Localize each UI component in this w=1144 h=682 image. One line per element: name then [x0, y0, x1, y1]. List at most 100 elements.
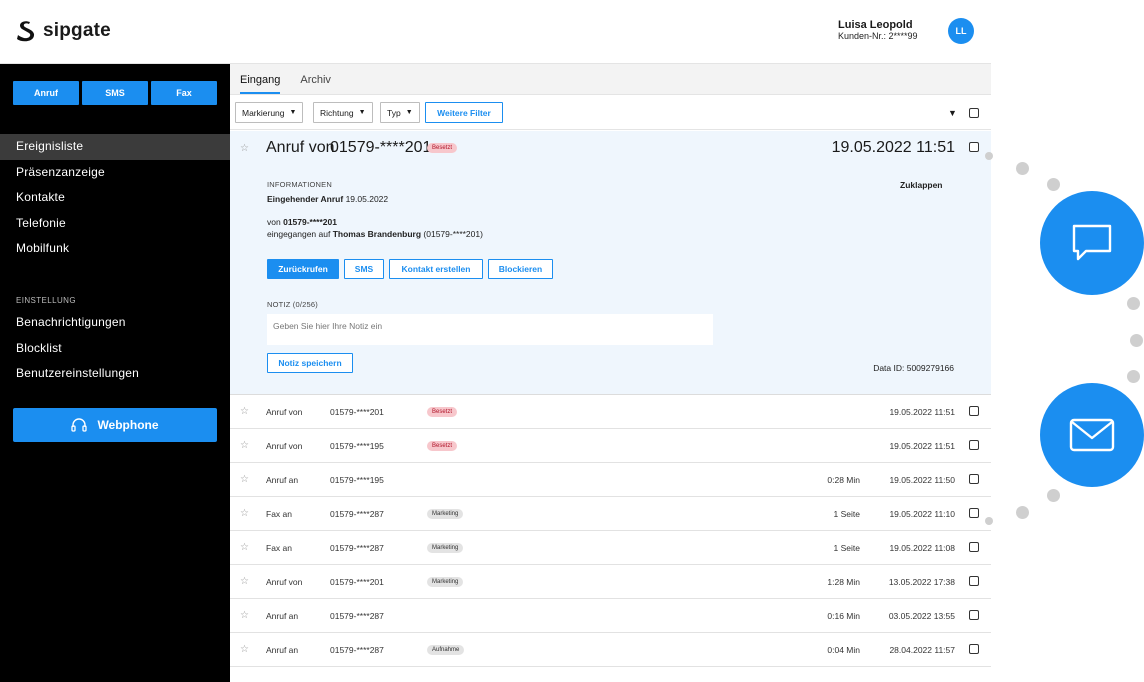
list-item[interactable]: ☆ Anruf von 01579-****201 Marketing 1:28 Min… — [230, 565, 991, 599]
decor-dot — [1047, 489, 1060, 502]
sidebar-item-kontakte[interactable]: Kontakte — [0, 185, 230, 211]
event-date: 03.05.2022 13:55 — [888, 610, 955, 621]
brand-name: sipgate — [43, 20, 111, 41]
event-type: Anruf von — [266, 139, 335, 156]
star-icon[interactable]: ☆ — [240, 131, 249, 165]
decor-dot — [1047, 178, 1060, 191]
received-prefix: eingegangen auf — [267, 229, 331, 239]
row-checkbox[interactable] — [969, 440, 979, 450]
list-item[interactable]: ☆ Anruf an 01579-****287 Aufnahme 0:04 Min 28… — [230, 633, 991, 667]
star-icon[interactable]: ☆ — [240, 633, 249, 666]
from-number: 01579-****201 — [283, 217, 337, 227]
headset-icon — [71, 418, 88, 432]
richtung-filter[interactable]: Richtung ▼ — [313, 102, 373, 123]
row-checkbox[interactable] — [969, 474, 979, 484]
webphone-button[interactable]: Webphone — [13, 408, 217, 442]
from-prefix: von — [267, 217, 281, 227]
typ-filter[interactable]: Typ ▼ — [380, 102, 420, 123]
badge-text: Aufnahme — [427, 644, 465, 655]
star-icon[interactable]: ☆ — [240, 599, 249, 632]
quick-actions: Anruf SMS Fax — [13, 81, 217, 105]
main-nav: Ereignisliste Präsenzanzeige Kontakte Te… — [0, 134, 230, 262]
select-all-checkbox[interactable] — [969, 108, 979, 118]
list-item[interactable]: ☆ Fax an 01579-****287 Marketing 1 Seite 19.0… — [230, 497, 991, 531]
fax-button[interactable]: Fax — [151, 81, 217, 105]
avatar[interactable]: LL — [948, 18, 974, 44]
collapse-link[interactable]: Zuklappen — [900, 180, 943, 190]
row-checkbox[interactable] — [969, 576, 979, 586]
event-type: Anruf an — [266, 610, 299, 621]
status-badge: Besetzt — [427, 131, 458, 165]
badge-text: Besetzt — [427, 406, 458, 417]
sidebar-item-ereignisliste[interactable]: Ereignisliste — [0, 134, 230, 160]
event-number: 01579-****201 — [330, 576, 384, 587]
list-item[interactable]: ☆ Anruf von 01579-****195 Besetzt 19.05.2022… — [230, 429, 991, 463]
list-item[interactable]: ☆ Anruf von 01579-****201 Besetzt 19.05.2022… — [230, 395, 991, 429]
status-badge: Besetzt — [427, 429, 458, 462]
event-type: Fax an — [266, 508, 292, 519]
row-checkbox[interactable] — [969, 644, 979, 654]
tab-bar: Eingang Archiv — [230, 64, 991, 95]
list-item[interactable]: ☆ Anruf an 01579-****287 0:16 Min 03.05.2022… — [230, 599, 991, 633]
settings-nav: Benachrichtigungen Blocklist Benutzerein… — [0, 310, 230, 387]
list-item[interactable]: ☆ Anruf an 01579-****195 0:28 Min 19.05.2022… — [230, 463, 991, 497]
tab-archiv[interactable]: Archiv — [300, 74, 331, 94]
markierung-filter[interactable]: Markierung ▼ — [235, 102, 304, 123]
mail-circle — [1040, 383, 1144, 487]
list-item[interactable]: ☆ Fax an 01579-****287 Marketing 1 Seite 19.0… — [230, 531, 991, 565]
caret-down-icon: ▼ — [289, 109, 297, 116]
received-info: eingegangen auf Thomas Brandenburg (0157… — [267, 229, 483, 239]
status-badge: Aufnahme — [427, 633, 465, 666]
logo[interactable]: sipgate — [16, 20, 111, 42]
call-button[interactable]: Anruf — [13, 81, 79, 105]
event-number: 01579-****195 — [330, 440, 384, 451]
sidebar-item-benachrichtigungen[interactable]: Benachrichtigungen — [0, 310, 230, 336]
chat-circle — [1040, 191, 1144, 295]
save-note-button[interactable]: Notiz speichern — [267, 353, 353, 373]
tab-eingang[interactable]: Eingang — [240, 74, 281, 94]
decor-dot — [985, 517, 993, 525]
event-date: 13.05.2022 17:38 — [888, 576, 955, 587]
callback-button[interactable]: Zurückrufen — [267, 259, 339, 279]
badge-text: Besetzt — [427, 143, 458, 153]
sidebar-item-benutzereinstellungen[interactable]: Benutzereinstellungen — [0, 361, 230, 387]
sort-caret-icon[interactable]: ▼ — [948, 108, 957, 118]
webphone-label: Webphone — [97, 418, 159, 432]
sms-button[interactable]: SMS — [82, 81, 148, 105]
star-icon[interactable]: ☆ — [240, 565, 249, 598]
star-icon[interactable]: ☆ — [240, 429, 249, 462]
row-checkbox[interactable] — [969, 508, 979, 518]
note-input[interactable]: Geben Sie hier Ihre Notiz ein — [267, 314, 713, 345]
typ-label: Typ — [387, 107, 401, 118]
star-icon[interactable]: ☆ — [240, 497, 249, 530]
create-contact-button[interactable]: Kontakt erstellen — [389, 259, 483, 279]
data-id: Data ID: 5009279166 — [873, 363, 954, 373]
star-icon[interactable]: ☆ — [240, 395, 249, 428]
more-filters-button[interactable]: Weitere Filter — [425, 102, 503, 123]
event-number: 01579-****287 — [330, 610, 384, 621]
row-checkbox[interactable] — [969, 142, 979, 152]
event-number: 01579-****287 — [330, 644, 384, 655]
row-checkbox[interactable] — [969, 406, 979, 416]
event-type: Anruf an — [266, 644, 299, 655]
decor-dot — [1127, 370, 1140, 383]
app-header: sipgate Luisa Leopold Kunden-Nr.: 2****9… — [0, 0, 991, 64]
star-icon[interactable]: ☆ — [240, 463, 249, 496]
sipgate-logo-icon — [17, 21, 35, 42]
sidebar-item-telefonie[interactable]: Telefonie — [0, 211, 230, 237]
sidebar-item-blocklist[interactable]: Blocklist — [0, 336, 230, 362]
row-checkbox[interactable] — [969, 542, 979, 552]
event-date: 19.05.2022 11:08 — [889, 542, 955, 553]
sidebar-item-praesenzanzeige[interactable]: Präsenzanzeige — [0, 160, 230, 186]
event-number: 01579-****201 — [330, 406, 384, 417]
event-type: Fax an — [266, 542, 292, 553]
block-button[interactable]: Blockieren — [488, 259, 553, 279]
user-info: Luisa Leopold Kunden-Nr.: 2****99 — [838, 20, 918, 42]
row-checkbox[interactable] — [969, 610, 979, 620]
caret-down-icon: ▼ — [358, 109, 366, 116]
event-number: 01579-****287 — [330, 542, 384, 553]
star-icon[interactable]: ☆ — [240, 531, 249, 564]
sidebar-item-mobilfunk[interactable]: Mobilfunk — [0, 236, 230, 262]
note-label: NOTIZ (0/256) — [267, 300, 318, 309]
sms-action-button[interactable]: SMS — [344, 259, 384, 279]
